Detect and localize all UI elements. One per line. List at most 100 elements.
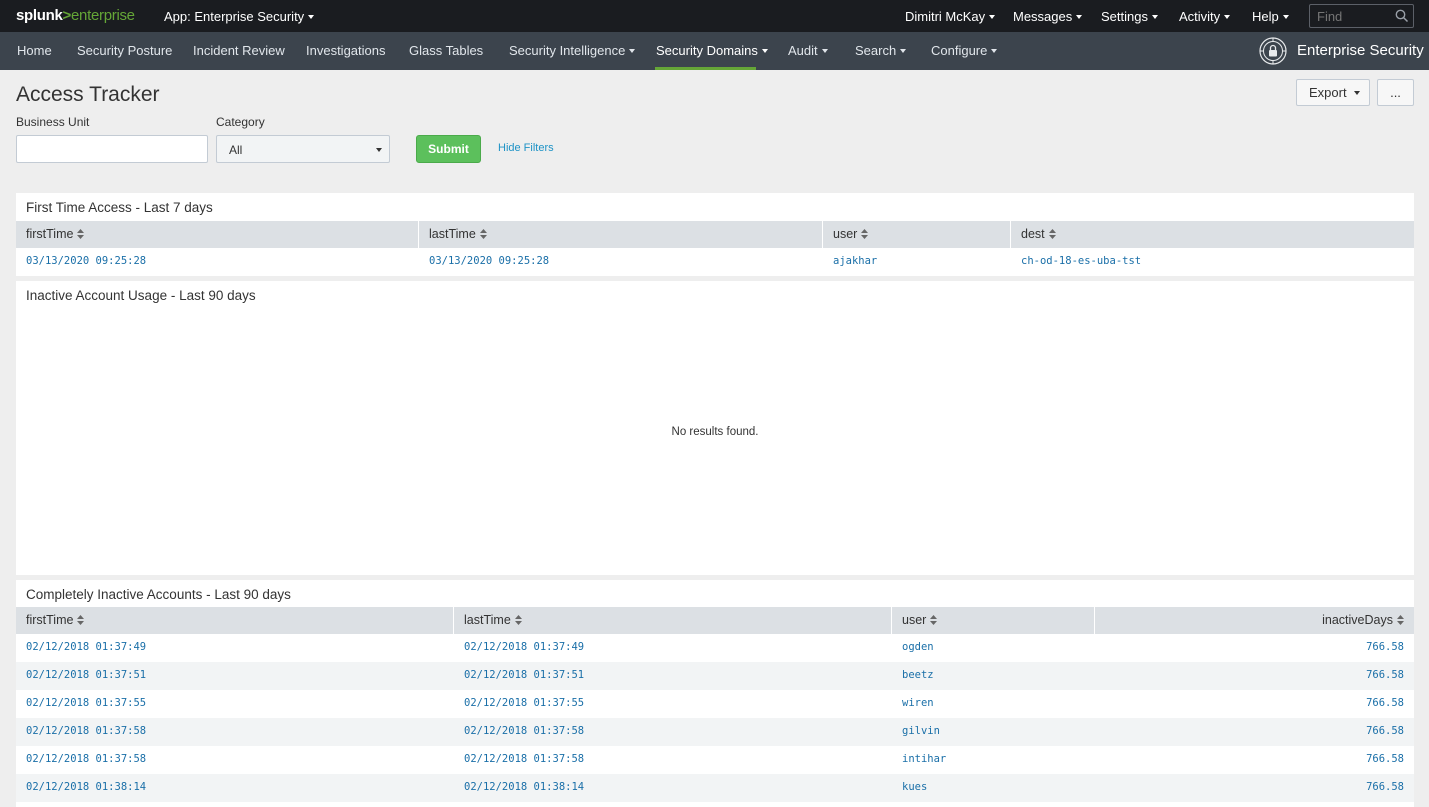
cell-inactivedays[interactable]: 766.58 — [1095, 718, 1414, 746]
nav-glass-tables[interactable]: Glass Tables — [409, 43, 483, 58]
column-header-firsttime[interactable]: firstTime — [16, 607, 454, 634]
cell-inactivedays[interactable]: 766.58 — [1095, 774, 1414, 802]
cell-firsttime[interactable]: 02/12/2018 01:37:51 — [16, 662, 454, 690]
sort-icon — [479, 229, 487, 239]
cell-inactivedays[interactable]: 766.58 — [1095, 690, 1414, 718]
cell-inactivedays[interactable]: 766.58 — [1095, 662, 1414, 690]
cell-inactivedays[interactable]: 766.58 — [1095, 634, 1414, 662]
first-time-access-panel: First Time Access - Last 7 days firstTim… — [16, 193, 1414, 276]
nav-incident-review[interactable]: Incident Review — [193, 43, 285, 58]
table-header: firstTime lastTime user inactiveDays — [16, 607, 1414, 634]
column-header-dest[interactable]: dest — [1011, 221, 1414, 248]
page-title: Access Tracker — [16, 83, 160, 106]
submit-button-label: Submit — [428, 142, 469, 156]
more-actions-button[interactable]: ... — [1377, 79, 1414, 106]
table-header: firstTime lastTime user dest — [16, 221, 1414, 248]
chevron-down-icon — [1282, 15, 1289, 19]
nav-investigations[interactable]: Investigations — [306, 43, 386, 58]
search-icon[interactable] — [1395, 9, 1409, 23]
cell-user[interactable]: ogden — [892, 634, 1095, 662]
nav-security-intelligence-label: Security Intelligence — [509, 43, 626, 58]
submit-button[interactable]: Submit — [416, 135, 481, 163]
cell-user[interactable]: intihar — [892, 746, 1095, 774]
nav-audit-label: Audit — [788, 43, 818, 58]
column-header-lasttime[interactable]: lastTime — [419, 221, 823, 248]
column-header-inactivedays[interactable]: inactiveDays — [1095, 607, 1414, 634]
column-header-label: firstTime — [26, 613, 74, 627]
settings-menu[interactable]: Settings — [1101, 9, 1158, 24]
panel-title: Inactive Account Usage - Last 90 days — [26, 288, 256, 303]
cell-firsttime[interactable]: 02/12/2018 01:37:58 — [16, 718, 454, 746]
column-header-label: inactiveDays — [1322, 613, 1393, 627]
table-row: 02/12/2018 01:37:49 02/12/2018 01:37:49 … — [16, 634, 1414, 662]
messages-menu[interactable]: Messages — [1013, 9, 1083, 24]
nav-home[interactable]: Home — [17, 43, 52, 58]
cell-firsttime[interactable]: 03/13/2020 09:25:28 — [16, 248, 419, 276]
top-bar: splunk>enterprise App: Enterprise Securi… — [0, 0, 1429, 32]
cell-lasttime[interactable]: 02/12/2018 01:37:55 — [454, 690, 892, 718]
cell-user[interactable]: beetz — [892, 662, 1095, 690]
nav-security-domains-label: Security Domains — [656, 43, 758, 58]
column-header-firsttime[interactable]: firstTime — [16, 221, 419, 248]
panel-title: First Time Access - Last 7 days — [26, 200, 213, 215]
nav-security-intelligence[interactable]: Security Intelligence — [509, 43, 636, 58]
column-header-label: user — [833, 227, 858, 241]
column-header-user[interactable]: user — [823, 221, 1011, 248]
business-unit-input[interactable] — [16, 135, 208, 163]
nav-security-domains[interactable]: Security Domains — [656, 43, 768, 58]
chevron-down-icon — [991, 49, 998, 53]
activity-menu[interactable]: Activity — [1179, 9, 1231, 24]
cell-lasttime[interactable]: 02/12/2018 01:37:49 — [454, 634, 892, 662]
column-header-label: user — [902, 613, 927, 627]
nav-investigations-label: Investigations — [306, 43, 386, 58]
app-selector[interactable]: App: Enterprise Security — [164, 9, 315, 24]
splunk-logo[interactable]: splunk>enterprise — [16, 7, 135, 24]
cell-lasttime[interactable]: 02/12/2018 01:37:58 — [454, 718, 892, 746]
active-nav-indicator — [655, 67, 756, 70]
cell-user[interactable]: ajakhar — [823, 248, 1011, 276]
category-dropdown[interactable]: All — [216, 135, 390, 163]
user-menu-label: Dimitri McKay — [905, 9, 986, 24]
table-row: 03/13/2020 09:25:28 03/13/2020 09:25:28 … — [16, 248, 1414, 276]
more-actions-label: ... — [1390, 85, 1401, 100]
nav-glass-tables-label: Glass Tables — [409, 43, 484, 58]
hide-filters-link[interactable]: Hide Filters — [498, 142, 554, 154]
chevron-down-icon — [1353, 91, 1360, 95]
sort-icon — [1048, 229, 1056, 239]
logo-splunk-text: splunk — [16, 7, 63, 24]
column-header-label: lastTime — [429, 227, 476, 241]
app-nav-bar: Home Security Posture Incident Review In… — [0, 32, 1429, 70]
nav-audit[interactable]: Audit — [788, 43, 828, 58]
cell-lasttime[interactable]: 02/12/2018 01:37:58 — [454, 746, 892, 774]
nav-search[interactable]: Search — [855, 43, 907, 58]
app-selector-label: App: Enterprise Security — [164, 9, 305, 24]
cell-firsttime[interactable]: 02/12/2018 01:37:49 — [16, 634, 454, 662]
cell-lasttime[interactable]: 02/12/2018 01:37:51 — [454, 662, 892, 690]
column-header-label: dest — [1021, 227, 1045, 241]
cell-lasttime[interactable]: 02/12/2018 01:38:14 — [454, 774, 892, 802]
cell-firsttime[interactable]: 02/12/2018 01:37:58 — [16, 746, 454, 774]
cell-dest[interactable]: ch-od-18-es-uba-tst — [1011, 248, 1414, 276]
no-results-message: No results found. — [671, 426, 759, 438]
cell-firsttime[interactable]: 02/12/2018 01:38:14 — [16, 774, 454, 802]
chevron-down-icon — [376, 148, 382, 152]
cell-lasttime[interactable]: 03/13/2020 09:25:28 — [419, 248, 823, 276]
column-header-lasttime[interactable]: lastTime — [454, 607, 892, 634]
nav-configure[interactable]: Configure — [931, 43, 998, 58]
chevron-down-icon — [308, 15, 315, 19]
messages-menu-label: Messages — [1013, 9, 1073, 24]
export-button[interactable]: Export — [1296, 79, 1370, 106]
column-header-user[interactable]: user — [892, 607, 1095, 634]
table-row: 02/12/2018 01:37:51 02/12/2018 01:37:51 … — [16, 662, 1414, 690]
chevron-down-icon — [1224, 15, 1231, 19]
user-menu[interactable]: Dimitri McKay — [905, 9, 996, 24]
cell-inactivedays[interactable]: 766.58 — [1095, 746, 1414, 774]
cell-user[interactable]: wiren — [892, 690, 1095, 718]
help-menu[interactable]: Help — [1252, 9, 1289, 24]
completely-inactive-accounts-panel: Completely Inactive Accounts - Last 90 d… — [16, 580, 1414, 807]
activity-menu-label: Activity — [1179, 9, 1221, 24]
cell-user[interactable]: kues — [892, 774, 1095, 802]
nav-security-posture[interactable]: Security Posture — [77, 43, 172, 58]
cell-user[interactable]: gilvin — [892, 718, 1095, 746]
cell-firsttime[interactable]: 02/12/2018 01:37:55 — [16, 690, 454, 718]
